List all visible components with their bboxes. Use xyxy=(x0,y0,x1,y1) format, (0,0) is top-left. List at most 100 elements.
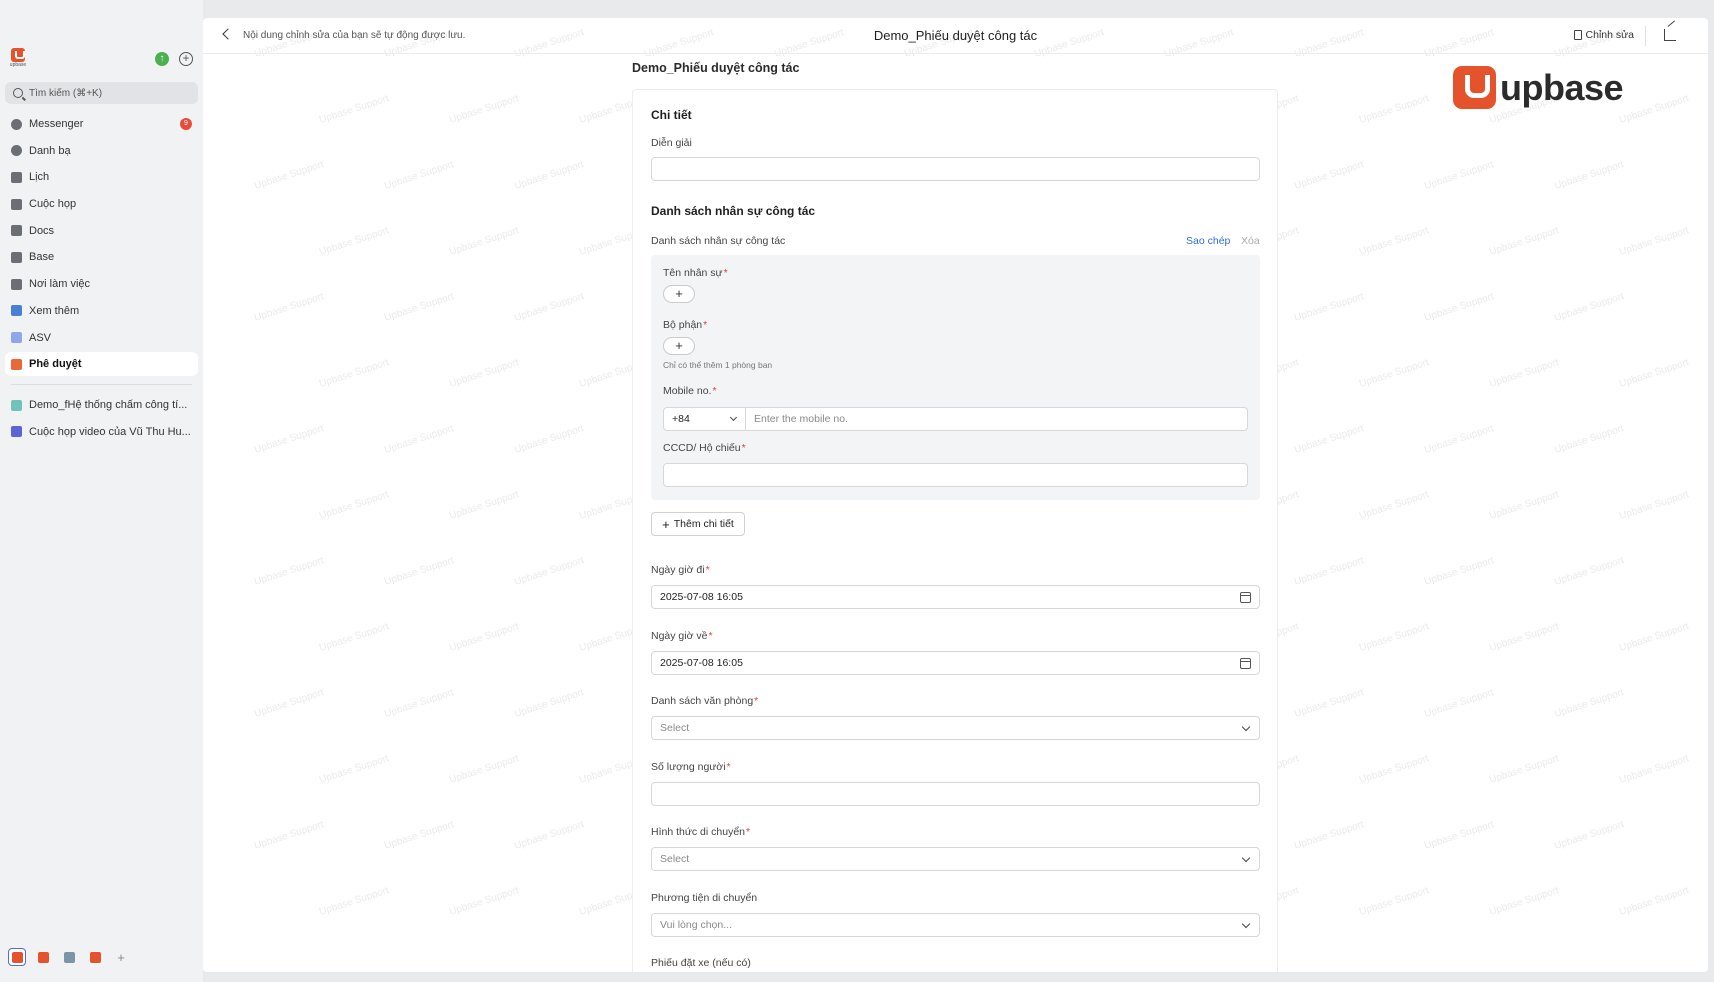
sidebar-item-label: Docs xyxy=(29,224,55,237)
watermark-text: Upbase Support xyxy=(1553,423,1626,456)
copy-link[interactable]: Sao chép xyxy=(1186,235,1230,247)
sidebar-item-calendar[interactable]: Lịch xyxy=(5,165,198,189)
watermark-text: Upbase Support xyxy=(448,885,521,918)
depart-value: 2025-07-08 16:05 xyxy=(660,591,743,603)
chevron-down-icon xyxy=(729,413,738,422)
watermark-text: Upbase Support xyxy=(1358,93,1431,126)
search-bar[interactable]: Tìm kiếm (⌘+K) xyxy=(5,82,198,104)
return-value: 2025-07-08 16:05 xyxy=(660,657,743,669)
watermark-text: Upbase Support xyxy=(1553,819,1626,852)
add-department-button[interactable]: + xyxy=(663,337,695,355)
base-icon xyxy=(11,251,22,263)
sidebar-item-more[interactable]: Xem thêm xyxy=(5,299,198,323)
required-mark: * xyxy=(726,761,731,773)
add-app-button[interactable]: + xyxy=(112,948,130,966)
docs-icon xyxy=(11,225,22,237)
offices-label: Danh sách văn phòng xyxy=(651,695,754,707)
calendar-icon[interactable] xyxy=(1240,658,1251,669)
watermark-text: Upbase Support xyxy=(1423,819,1496,852)
watermark-text: Upbase Support xyxy=(1423,159,1496,192)
watermark-text: Upbase Support xyxy=(448,357,521,390)
sidebar-item-base[interactable]: Base xyxy=(5,245,198,269)
watermark-text: Upbase Support xyxy=(448,489,521,522)
watermark-text: Upbase Support xyxy=(1358,225,1431,258)
depart-label: Ngày giờ đi xyxy=(651,564,705,576)
app-switcher-item[interactable] xyxy=(34,948,52,966)
dien-giai-input[interactable] xyxy=(651,157,1260,181)
watermark-text: Upbase Support xyxy=(383,555,456,588)
add-detail-button[interactable]: + Thêm chi tiết xyxy=(651,512,745,536)
watermark-text: Upbase Support xyxy=(1293,819,1366,852)
depart-datetime-input[interactable]: 2025-07-08 16:05 xyxy=(651,585,1260,609)
transport-type-label: Hình thức di chuyển xyxy=(651,826,745,838)
watermark-text: Upbase Support xyxy=(1488,885,1561,918)
watermark-text: Upbase Support xyxy=(1423,687,1496,720)
watermark-text: Upbase Support xyxy=(1488,753,1561,786)
watermark-text: Upbase Support xyxy=(1488,357,1561,390)
share-icon[interactable] xyxy=(1664,29,1676,41)
contacts-icon xyxy=(11,145,22,157)
sidebar-item-approval[interactable]: Phê duyệt xyxy=(5,352,198,377)
mobile-input[interactable]: Enter the mobile no. xyxy=(745,407,1248,431)
add-staff-button[interactable]: + xyxy=(663,285,695,303)
sidebar-item-asv[interactable]: ASV xyxy=(5,326,198,350)
app-switcher-item[interactable] xyxy=(60,948,78,966)
add-circle-icon[interactable]: + xyxy=(179,52,193,66)
edit-button[interactable]: Chỉnh sửa xyxy=(1573,29,1634,41)
watermark-text: Upbase Support xyxy=(253,159,326,192)
watermark-text: Upbase Support xyxy=(1618,357,1691,390)
approval-icon xyxy=(11,358,22,370)
sidebar-item-docs[interactable]: Docs xyxy=(5,219,198,243)
return-datetime-input[interactable]: 2025-07-08 16:05 xyxy=(651,651,1260,675)
app-switcher-item[interactable] xyxy=(86,948,104,966)
staff-list-label: Danh sách nhân sự công tác xyxy=(651,235,786,247)
delete-link[interactable]: Xóa xyxy=(1241,235,1260,247)
video-camera-icon xyxy=(11,198,22,210)
plus-icon: + xyxy=(662,516,670,532)
watermark-text: Upbase Support xyxy=(1553,555,1626,588)
app-switcher-item[interactable] xyxy=(8,948,26,966)
return-label: Ngày giờ về xyxy=(651,630,708,642)
sidebar-recent-item[interactable]: Demo_fHệ thống chấm công tí... xyxy=(5,393,198,417)
divider xyxy=(1645,26,1646,46)
sidebar-item-label: Cuộc họp xyxy=(29,198,77,211)
people-count-input[interactable] xyxy=(651,782,1260,806)
upbase-logo[interactable]: upbase xyxy=(9,48,27,68)
brand-wordmark: upbase xyxy=(1500,66,1624,108)
section-title-detail: Chi tiết xyxy=(651,108,692,122)
sidebar-item-messenger[interactable]: Messenger 9 xyxy=(5,112,198,136)
sidebar-recent-item[interactable]: Cuộc họp video của Vũ Thu Hu... xyxy=(5,420,198,444)
watermark-text: Upbase Support xyxy=(253,819,326,852)
sidebar-item-label: ASV xyxy=(29,331,52,344)
watermark-text: Upbase Support xyxy=(1293,687,1366,720)
upgrade-icon[interactable]: ↑ xyxy=(155,52,169,66)
country-code-select[interactable]: +84 xyxy=(663,407,746,431)
watermark-text: Upbase Support xyxy=(318,753,391,786)
sidebar-item-contacts[interactable]: Danh bạ xyxy=(5,139,198,163)
app-icon xyxy=(11,951,23,963)
watermark-text: Upbase Support xyxy=(383,291,456,324)
sidebar-item-label: Demo_fHệ thống chấm công tí... xyxy=(29,399,188,412)
sidebar-item-meetings[interactable]: Cuộc họp xyxy=(5,192,198,216)
field-label-return: Ngày giờ về* xyxy=(651,630,713,642)
vehicle-select[interactable]: Vui lòng chọn... xyxy=(651,913,1260,937)
transport-type-select[interactable]: Select xyxy=(651,847,1260,871)
section-title-staff: Danh sách nhân sự công tác xyxy=(651,204,816,218)
watermark-text: Upbase Support xyxy=(513,159,586,192)
required-mark: * xyxy=(708,630,713,642)
offices-select[interactable]: Select xyxy=(651,716,1260,740)
edit-label: Chỉnh sửa xyxy=(1585,29,1634,41)
messenger-icon xyxy=(11,118,22,130)
field-label-department: Bộ phận* xyxy=(663,319,707,331)
mobile-placeholder: Enter the mobile no. xyxy=(754,413,848,425)
sidebar-item-workplace[interactable]: Nơi làm việc xyxy=(5,272,198,296)
grid-icon xyxy=(11,278,22,290)
watermark-text: Upbase Support xyxy=(318,225,391,258)
watermark-text: Upbase Support xyxy=(513,819,586,852)
calendar-icon[interactable] xyxy=(1240,592,1251,603)
vehicle-placeholder: Vui lòng chọn... xyxy=(660,919,732,931)
required-mark: * xyxy=(712,385,717,397)
id-number-input[interactable] xyxy=(663,463,1248,487)
required-mark: * xyxy=(741,442,746,454)
watermark-text: Upbase Support xyxy=(1358,621,1431,654)
